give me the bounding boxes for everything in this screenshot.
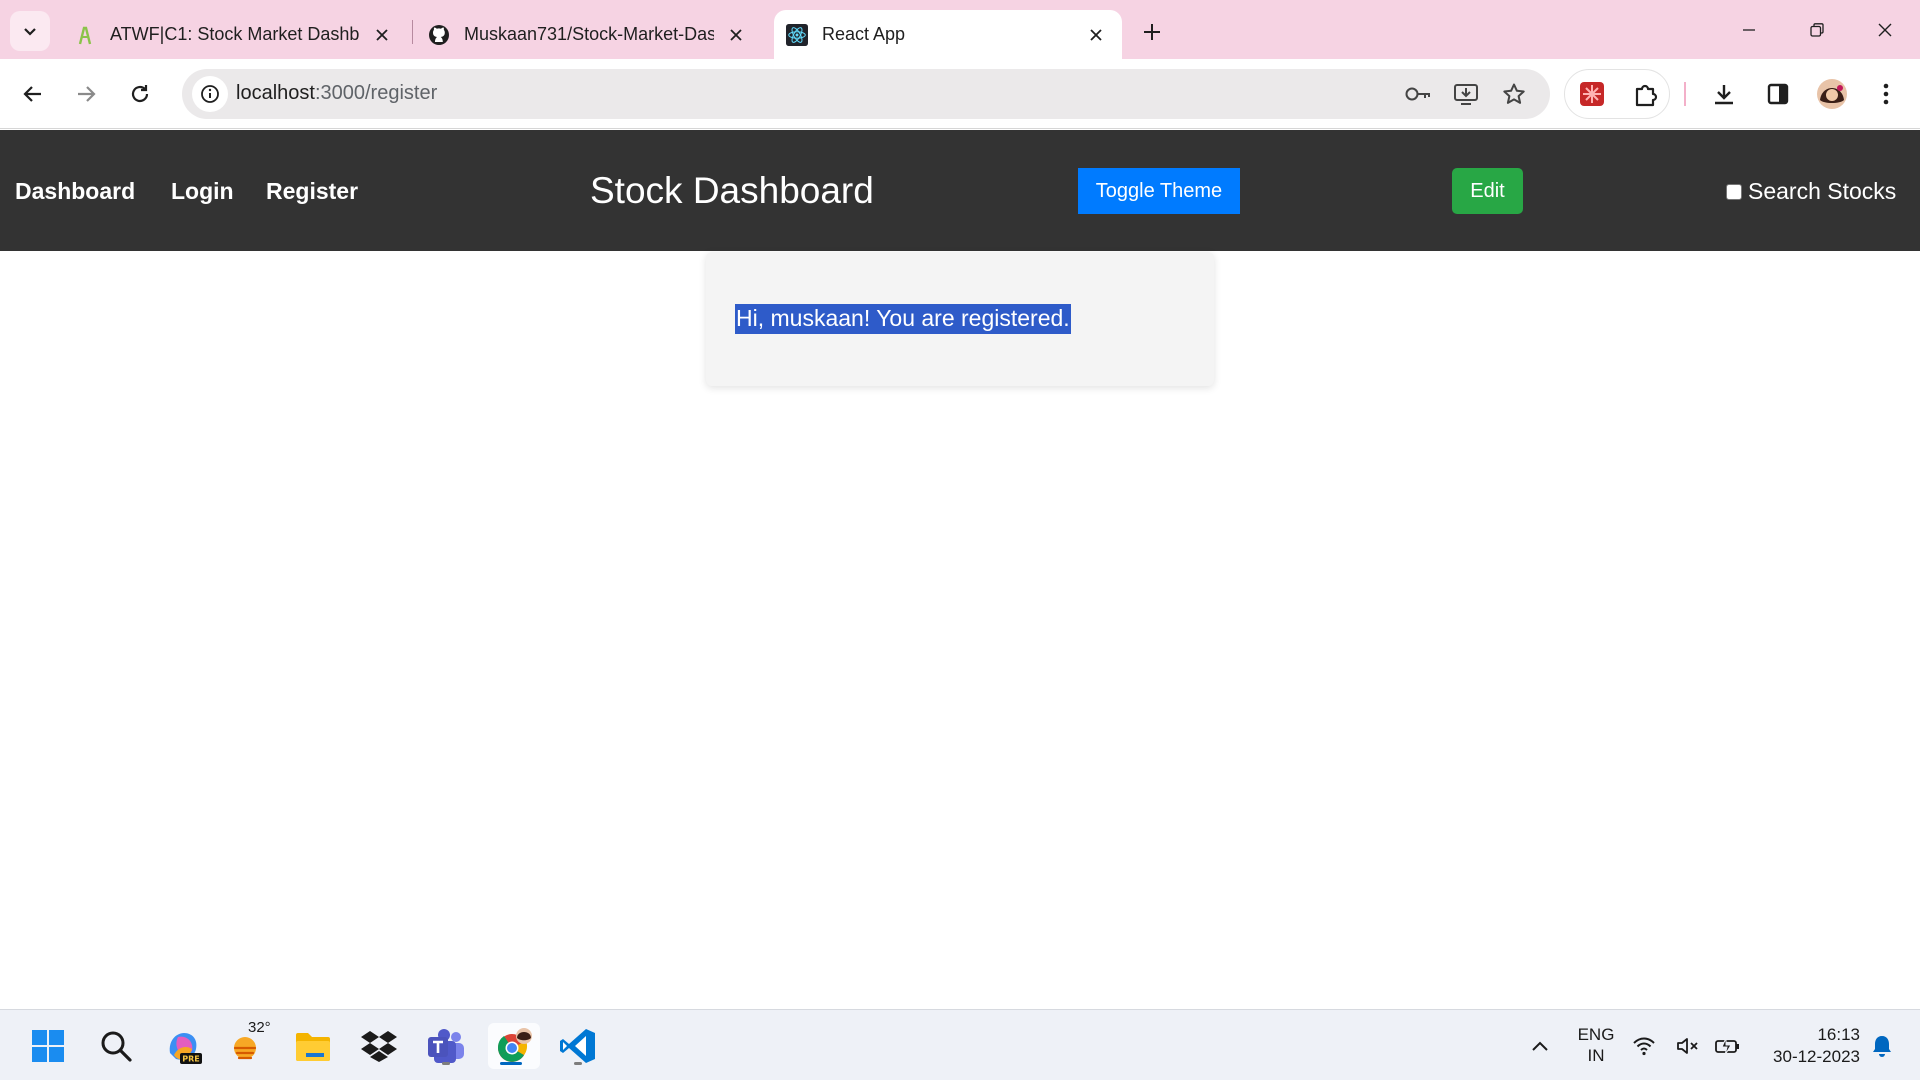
tab-title: ATWF|C1: Stock Market Dashbo	[110, 24, 360, 44]
profile-avatar[interactable]	[1812, 74, 1852, 114]
app-navbar: Dashboard Login Register Stock Dashboard…	[0, 130, 1920, 251]
language-indicator[interactable]: ENG IN	[1572, 1024, 1620, 1066]
reload-button[interactable]	[120, 74, 160, 114]
wifi-icon[interactable]	[1628, 1023, 1660, 1069]
tab-title: Muskaan731/Stock-Market-Das	[464, 24, 714, 44]
extension-red-icon[interactable]	[1572, 74, 1612, 114]
weather-temperature: 32°	[248, 1019, 271, 1036]
chevron-down-icon	[24, 28, 36, 36]
running-indicator	[574, 1062, 582, 1065]
address-bar[interactable]: localhost:3000/register	[182, 69, 1550, 119]
extensions-puzzle-icon[interactable]	[1626, 74, 1666, 114]
dropbox-button[interactable]	[356, 1023, 402, 1069]
close-icon[interactable]	[722, 21, 750, 49]
vscode-button[interactable]	[555, 1023, 601, 1069]
windows-start-icon	[32, 1030, 64, 1062]
url-text[interactable]: localhost:3000/register	[236, 82, 437, 105]
chrome-icon	[497, 1028, 532, 1062]
close-icon	[1878, 23, 1892, 37]
app-title: Stock Dashboard	[590, 170, 874, 211]
arrow-left-icon	[23, 86, 41, 102]
chrome-button[interactable]	[488, 1023, 540, 1069]
key-icon[interactable]	[1404, 80, 1432, 108]
notification-bell-icon[interactable]	[1864, 1023, 1900, 1069]
side-panel-icon[interactable]	[1758, 74, 1798, 114]
nav-link-login[interactable]: Login	[171, 178, 234, 205]
github-icon	[428, 24, 450, 46]
url-path: :3000/register	[314, 82, 438, 104]
star-icon[interactable]	[1500, 80, 1528, 108]
tab-atwf[interactable]: ATWF|C1: Stock Market Dashbo	[62, 10, 408, 59]
language-code: ENG	[1577, 1025, 1615, 1044]
volume-muted-icon[interactable]	[1672, 1023, 1704, 1069]
clock-date: 30-12-2023	[1773, 1047, 1860, 1066]
dropbox-icon	[361, 1031, 397, 1062]
svg-text:PRE: PRE	[182, 1055, 200, 1064]
url-host: localhost	[236, 82, 315, 104]
weather-widget[interactable]: 32°	[224, 1019, 271, 1069]
copilot-icon: PRE	[169, 1033, 202, 1064]
tab-search-button[interactable]	[10, 11, 50, 51]
atwf-favicon	[74, 24, 96, 46]
forward-button[interactable]	[66, 74, 106, 114]
teams-button[interactable]	[423, 1023, 469, 1069]
browser-toolbar: localhost:3000/register	[0, 59, 1920, 129]
folder-icon	[296, 1033, 330, 1061]
nav-link-register[interactable]: Register	[266, 178, 358, 205]
tab-title: React App	[822, 24, 906, 44]
close-icon[interactable]	[368, 21, 396, 49]
toggle-theme-button[interactable]: Toggle Theme	[1078, 168, 1240, 214]
edit-button[interactable]: Edit	[1452, 168, 1523, 214]
site-info-icon[interactable]	[192, 76, 228, 112]
registration-card: Hi, muskaan! You are registered.	[706, 252, 1214, 386]
file-explorer-button[interactable]	[290, 1023, 336, 1069]
search-stocks-checkbox[interactable]	[1726, 183, 1742, 200]
reload-icon	[131, 85, 149, 103]
region-code: IN	[1587, 1046, 1605, 1065]
minimize-icon	[1743, 29, 1755, 31]
toolbar-separator	[1684, 82, 1686, 106]
tab-separator	[412, 20, 413, 44]
restore-button[interactable]	[1794, 8, 1840, 52]
react-icon	[786, 23, 808, 46]
tab-github[interactable]: Muskaan731/Stock-Market-Das	[416, 10, 762, 59]
restore-icon	[1810, 23, 1824, 37]
copilot-button[interactable]: PRE	[160, 1023, 206, 1069]
nav-link-dashboard[interactable]: Dashboard	[15, 178, 135, 205]
teams-icon	[428, 1029, 464, 1063]
taskbar-search-button[interactable]	[93, 1023, 139, 1069]
chevron-up-icon	[1532, 1041, 1548, 1051]
arrow-right-icon	[78, 86, 96, 102]
download-icon[interactable]	[1704, 74, 1744, 114]
plus-icon	[1144, 24, 1160, 40]
running-indicator	[442, 1062, 450, 1065]
registration-message: Hi, muskaan! You are registered.	[735, 304, 1071, 334]
running-indicator	[500, 1062, 522, 1065]
start-button[interactable]	[25, 1023, 71, 1069]
tab-strip: ATWF|C1: Stock Market Dashbo Muskaan731/…	[0, 0, 1920, 59]
windows-taskbar: PRE 32° ENG IN 16:13 30-12-2023	[0, 1009, 1920, 1080]
close-icon[interactable]	[1082, 21, 1110, 49]
vscode-icon	[560, 1029, 595, 1063]
show-hidden-icons-button[interactable]	[1517, 1023, 1563, 1069]
search-stocks-label: Search Stocks	[1748, 178, 1897, 204]
back-button[interactable]	[13, 74, 53, 114]
battery-charging-icon[interactable]	[1710, 1023, 1746, 1069]
new-tab-button[interactable]	[1134, 14, 1170, 50]
search-icon	[101, 1031, 132, 1062]
tab-react-app[interactable]: React App	[774, 10, 1122, 59]
clock[interactable]: 16:13 30-12-2023	[1756, 1024, 1860, 1068]
install-app-icon[interactable]	[1452, 80, 1480, 108]
search-stocks-toggle[interactable]: Search Stocks	[1726, 178, 1896, 205]
close-window-button[interactable]	[1862, 8, 1908, 52]
clock-time: 16:13	[1817, 1025, 1860, 1044]
minimize-button[interactable]	[1726, 8, 1772, 52]
menu-dots-icon[interactable]	[1866, 74, 1906, 114]
